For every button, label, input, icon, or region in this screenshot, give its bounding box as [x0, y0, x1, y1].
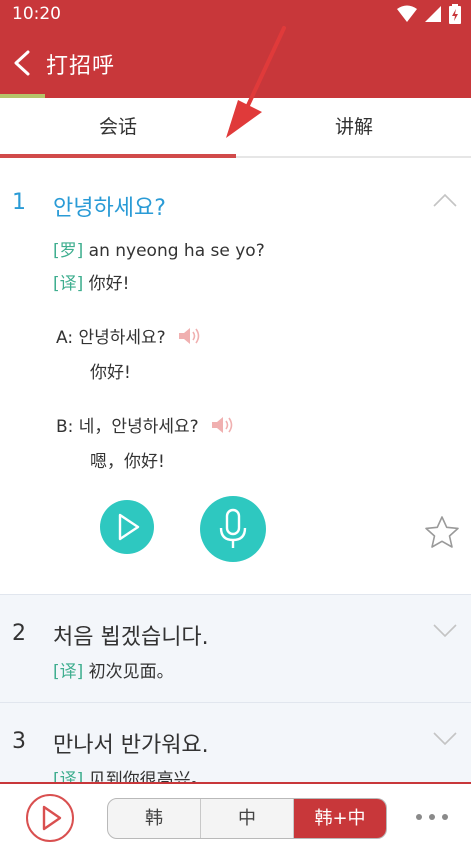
chevron-down-icon [433, 732, 457, 746]
play-icon [118, 513, 140, 541]
item-korean: 처음 뵙겠습니다. [53, 625, 209, 650]
item-number: 3 [12, 729, 26, 754]
battery-icon [449, 4, 461, 24]
translation-line: [译] 你好! [53, 269, 130, 294]
segment-korean-chinese[interactable]: 韩+中 [294, 799, 386, 838]
play-icon [42, 805, 62, 831]
status-icons [397, 4, 461, 24]
translation-tag: [译] [53, 274, 84, 294]
back-button[interactable] [12, 50, 34, 80]
app-bar: 打招呼 [0, 28, 471, 98]
more-icon[interactable] [416, 814, 448, 820]
speaker-button[interactable] [177, 326, 203, 351]
play-button[interactable] [100, 500, 154, 554]
dialog-b-korean: B: 네，안녕하세요? [56, 412, 236, 440]
translation-text: 初次见面。 [88, 662, 174, 682]
list-item[interactable]: 2 처음 뵙겠습니다. [译] 初次见面。 [0, 594, 471, 702]
dialog-a-chinese: 你好! [90, 363, 131, 383]
speaker-button[interactable] [210, 415, 236, 440]
list-item[interactable]: 3 만나서 반가워요. [译] 见到你很高兴。 [0, 702, 471, 782]
status-bar: 10:20 [0, 0, 471, 28]
status-time: 10:20 [12, 4, 61, 24]
item-number: 1 [12, 190, 26, 215]
dialog-speaker: B: [56, 417, 74, 437]
segment-chinese[interactable]: 中 [201, 799, 294, 838]
expand-button[interactable] [433, 623, 457, 642]
signal-icon [425, 6, 441, 22]
item-korean: 안녕하세요? [53, 196, 166, 221]
language-toggle: 韩 中 韩+中 [107, 798, 387, 839]
bottom-bar: 韩 中 韩+中 [0, 782, 471, 843]
translation-line: [译] 见到你很高兴。 [53, 765, 208, 782]
dialog-korean-text: 네，안녕하세요? [78, 417, 199, 437]
page-title: 打招呼 [46, 54, 116, 79]
translation-text: 见到你很高兴。 [88, 770, 208, 782]
expand-button[interactable] [433, 731, 457, 750]
chevron-up-icon [433, 193, 457, 207]
translation-text: 你好! [88, 274, 130, 294]
tab-conversation[interactable]: 会话 [0, 98, 236, 156]
item-number: 2 [12, 621, 26, 646]
conversation-list[interactable]: 1 안녕하세요? [罗] an nyeong ha se yo? [译] 你好!… [0, 160, 471, 782]
tab-explanation[interactable]: 讲解 [236, 98, 471, 156]
translation-line: [译] 初次见面。 [53, 657, 174, 682]
dialog-a-korean: A: 안녕하세요? [56, 323, 203, 351]
item-korean: 만나서 반가워요. [53, 733, 209, 758]
romanization-line: [罗] an nyeong ha se yo? [53, 236, 265, 261]
romanization-text: an nyeong ha se yo? [88, 241, 265, 261]
microphone-icon [219, 508, 247, 548]
wifi-icon [397, 5, 417, 22]
translation-tag: [译] [53, 662, 84, 682]
play-all-button[interactable] [26, 794, 74, 842]
record-button[interactable] [200, 496, 266, 562]
star-icon [425, 516, 459, 548]
collapse-button[interactable] [433, 192, 457, 211]
chevron-down-icon [433, 624, 457, 638]
tab-indicator [0, 154, 236, 158]
back-arrow-icon [14, 50, 30, 76]
dialog-b-chinese: 嗯，你好! [90, 452, 165, 472]
romanization-tag: [罗] [53, 241, 84, 261]
segment-korean[interactable]: 韩 [108, 799, 201, 838]
tab-bar: 会话 讲解 [0, 98, 471, 158]
list-item-expanded[interactable]: 1 안녕하세요? [罗] an nyeong ha se yo? [译] 你好!… [0, 160, 471, 594]
dialog-speaker: A: [56, 328, 74, 348]
speaker-icon [179, 327, 200, 344]
speaker-icon [212, 416, 233, 433]
translation-tag: [译] [53, 770, 84, 782]
favorite-button[interactable] [424, 515, 460, 553]
dialog-korean-text: 안녕하세요? [78, 328, 166, 348]
